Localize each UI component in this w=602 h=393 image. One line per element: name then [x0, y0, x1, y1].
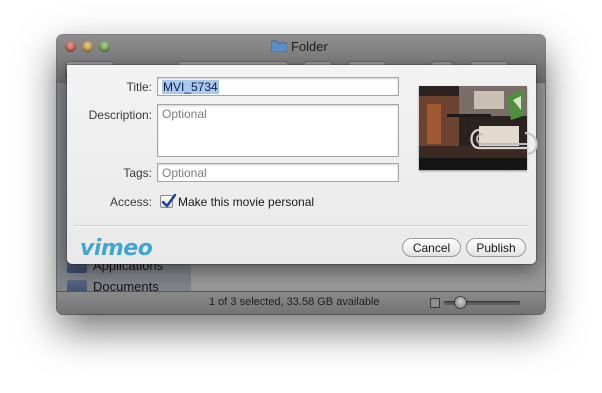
personal-movie-checkbox-label[interactable]: Make this movie personal	[178, 195, 314, 209]
title-label: Title:	[126, 80, 152, 94]
vimeo-logo: vimeo	[80, 236, 153, 261]
icon-size-slider-knob[interactable]	[455, 297, 466, 308]
status-text: 1 of 3 selected, 33.58 GB available	[209, 296, 380, 308]
zoom-window-icon[interactable]	[99, 41, 110, 52]
tags-field[interactable]	[157, 163, 399, 182]
close-window-icon[interactable]	[65, 41, 76, 52]
access-label: Access:	[109, 195, 152, 209]
description-label: Description:	[88, 108, 152, 122]
minimize-window-icon[interactable]	[82, 41, 93, 52]
window-title: Folder	[271, 38, 328, 54]
title-field[interactable]: MVI_5734	[157, 77, 399, 96]
video-thumbnail	[419, 86, 527, 170]
personal-movie-checkbox[interactable]	[160, 193, 177, 208]
checkmark-icon	[161, 193, 177, 208]
cancel-button[interactable]: Cancel	[402, 238, 461, 257]
paper-clip-icon	[470, 128, 527, 150]
sheet-divider	[75, 225, 528, 227]
icon-size-small-icon	[430, 298, 440, 308]
description-field[interactable]	[157, 104, 399, 157]
finder-status-bar: 1 of 3 selected, 33.58 GB available	[57, 291, 545, 314]
vimeo-upload-sheet: Title: MVI_5734 Description: Tags: Acces…	[67, 65, 538, 264]
publish-button[interactable]: Publish	[466, 238, 526, 257]
folder-icon	[271, 40, 287, 52]
paper-clip-tail-icon	[525, 131, 538, 156]
title-field-value: MVI_5734	[162, 80, 219, 94]
window-title-text: Folder	[291, 38, 328, 54]
tags-label: Tags:	[123, 166, 152, 180]
